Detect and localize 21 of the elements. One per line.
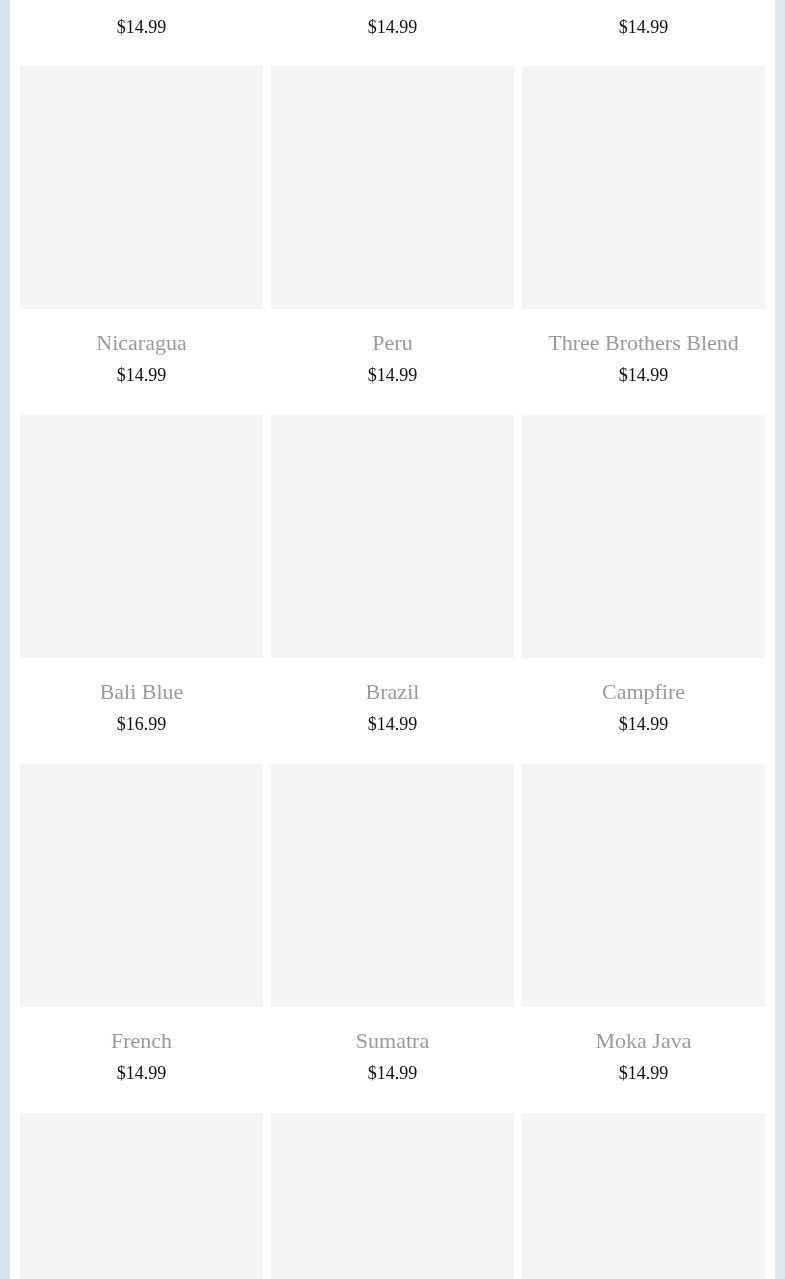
product-name[interactable]: Peru [271,329,514,357]
product-price: $14.99 [618,365,669,385]
product-price: $14.99 [367,1063,418,1083]
product-name[interactable]: Sumatra [271,1027,514,1055]
product-price: $14.99 [367,714,418,734]
product-price: $14.99 [618,1063,669,1083]
product-price: $16.99 [116,714,167,734]
product-price: $14.99 [367,365,418,385]
product-price: $14.99 [116,17,167,37]
product-name[interactable]: Bali Blue [20,678,263,706]
product-name[interactable]: Campfire [522,678,765,706]
product-name[interactable]: Brazil [271,678,514,706]
product-price: $14.99 [367,17,418,37]
product-name[interactable]: Nicaragua [20,329,263,357]
product-price: $14.99 [116,1063,167,1083]
product-name[interactable]: Moka Java [522,1027,765,1055]
product-name[interactable]: French [20,1027,263,1055]
product-price: $14.99 [116,365,167,385]
product-name[interactable]: Three Brothers Blend [522,329,765,357]
product-price: $14.99 [618,17,669,37]
product-price: $14.99 [618,714,669,734]
